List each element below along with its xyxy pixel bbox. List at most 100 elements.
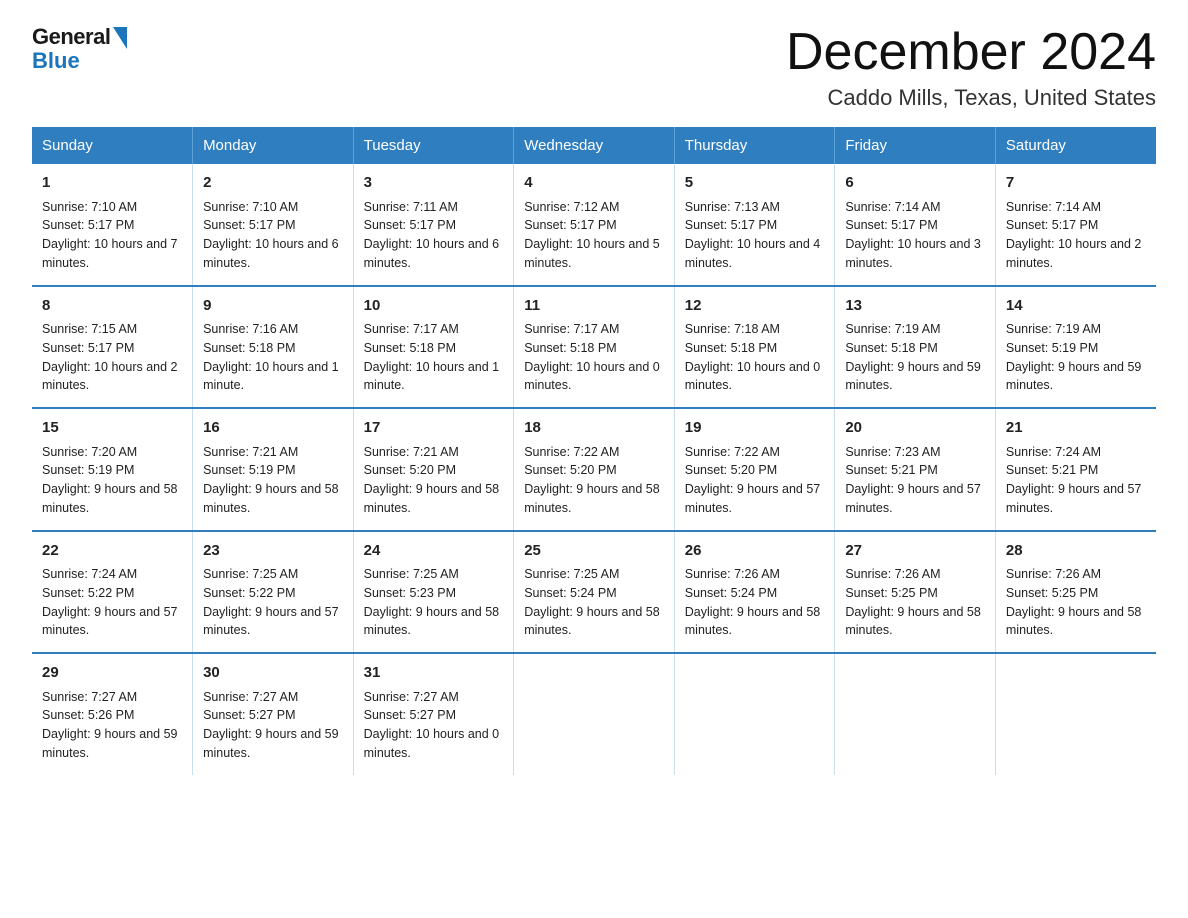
calendar-week-row: 1 Sunrise: 7:10 AMSunset: 5:17 PMDaylight… [32,164,1156,286]
day-number: 20 [845,417,985,440]
day-number: 25 [524,540,664,563]
calendar-cell [995,653,1156,775]
day-number: 15 [42,417,182,440]
day-info: Sunrise: 7:14 AMSunset: 5:17 PMDaylight:… [1006,198,1146,273]
day-number: 26 [685,540,825,563]
calendar-cell: 16 Sunrise: 7:21 AMSunset: 5:19 PMDayligh… [193,408,354,531]
day-info: Sunrise: 7:20 AMSunset: 5:19 PMDaylight:… [42,443,182,518]
calendar-cell: 15 Sunrise: 7:20 AMSunset: 5:19 PMDayligh… [32,408,193,531]
weekday-header-thursday: Thursday [674,127,835,164]
calendar-cell: 12Sunrise: 7:18 AMSunset: 5:18 PMDayligh… [674,286,835,409]
day-number: 28 [1006,540,1146,563]
weekday-header-sunday: Sunday [32,127,193,164]
weekday-header-saturday: Saturday [995,127,1156,164]
day-info: Sunrise: 7:24 AMSunset: 5:22 PMDaylight:… [42,565,182,640]
day-number: 18 [524,417,664,440]
day-number: 27 [845,540,985,563]
calendar-cell: 23Sunrise: 7:25 AMSunset: 5:22 PMDayligh… [193,531,354,654]
day-info: Sunrise: 7:11 AMSunset: 5:17 PMDaylight:… [364,198,504,273]
day-info: Sunrise: 7:23 AMSunset: 5:21 PMDaylight:… [845,443,985,518]
calendar-cell [514,653,675,775]
calendar-cell: 20 Sunrise: 7:23 AMSunset: 5:21 PMDayligh… [835,408,996,531]
day-number: 16 [203,417,343,440]
calendar-cell: 18 Sunrise: 7:22 AMSunset: 5:20 PMDayligh… [514,408,675,531]
calendar-week-row: 22Sunrise: 7:24 AMSunset: 5:22 PMDayligh… [32,531,1156,654]
calendar-cell: 9Sunrise: 7:16 AMSunset: 5:18 PMDaylight… [193,286,354,409]
logo-blue-text: Blue [32,48,80,74]
logo: General Blue [32,24,127,74]
day-info: Sunrise: 7:22 AMSunset: 5:20 PMDaylight:… [524,443,664,518]
day-number: 1 [42,172,182,195]
day-number: 19 [685,417,825,440]
day-info: Sunrise: 7:21 AMSunset: 5:20 PMDaylight:… [364,443,504,518]
day-info: Sunrise: 7:13 AMSunset: 5:17 PMDaylight:… [685,198,825,273]
title-block: December 2024 Caddo Mills, Texas, United… [786,24,1156,111]
day-info: Sunrise: 7:17 AMSunset: 5:18 PMDaylight:… [364,320,504,395]
day-number: 11 [524,295,664,318]
calendar-cell: 27Sunrise: 7:26 AMSunset: 5:25 PMDayligh… [835,531,996,654]
day-info: Sunrise: 7:15 AMSunset: 5:17 PMDaylight:… [42,320,182,395]
calendar-cell: 25Sunrise: 7:25 AMSunset: 5:24 PMDayligh… [514,531,675,654]
day-info: Sunrise: 7:25 AMSunset: 5:22 PMDaylight:… [203,565,343,640]
day-number: 3 [364,172,504,195]
day-info: Sunrise: 7:26 AMSunset: 5:25 PMDaylight:… [845,565,985,640]
day-info: Sunrise: 7:25 AMSunset: 5:24 PMDaylight:… [524,565,664,640]
day-info: Sunrise: 7:21 AMSunset: 5:19 PMDaylight:… [203,443,343,518]
weekday-header-monday: Monday [193,127,354,164]
day-number: 2 [203,172,343,195]
calendar-cell: 17 Sunrise: 7:21 AMSunset: 5:20 PMDayligh… [353,408,514,531]
calendar-cell: 26Sunrise: 7:26 AMSunset: 5:24 PMDayligh… [674,531,835,654]
day-info: Sunrise: 7:18 AMSunset: 5:18 PMDaylight:… [685,320,825,395]
calendar-cell: 11Sunrise: 7:17 AMSunset: 5:18 PMDayligh… [514,286,675,409]
day-number: 7 [1006,172,1146,195]
day-info: Sunrise: 7:17 AMSunset: 5:18 PMDaylight:… [524,320,664,395]
day-number: 8 [42,295,182,318]
calendar-cell: 24Sunrise: 7:25 AMSunset: 5:23 PMDayligh… [353,531,514,654]
calendar-week-row: 15 Sunrise: 7:20 AMSunset: 5:19 PMDayligh… [32,408,1156,531]
calendar-cell: 19 Sunrise: 7:22 AMSunset: 5:20 PMDayligh… [674,408,835,531]
calendar-cell: 13Sunrise: 7:19 AMSunset: 5:18 PMDayligh… [835,286,996,409]
day-info: Sunrise: 7:19 AMSunset: 5:18 PMDaylight:… [845,320,985,395]
day-number: 13 [845,295,985,318]
calendar-cell: 5 Sunrise: 7:13 AMSunset: 5:17 PMDaylight… [674,164,835,286]
calendar-week-row: 8Sunrise: 7:15 AMSunset: 5:17 PMDaylight… [32,286,1156,409]
day-number: 9 [203,295,343,318]
day-info: Sunrise: 7:26 AMSunset: 5:25 PMDaylight:… [1006,565,1146,640]
logo-triangle-icon [113,27,127,49]
day-number: 12 [685,295,825,318]
day-info: Sunrise: 7:22 AMSunset: 5:20 PMDaylight:… [685,443,825,518]
calendar-cell: 14Sunrise: 7:19 AMSunset: 5:19 PMDayligh… [995,286,1156,409]
day-number: 17 [364,417,504,440]
month-title: December 2024 [786,24,1156,81]
day-info: Sunrise: 7:27 AMSunset: 5:27 PMDaylight:… [364,688,504,763]
day-info: Sunrise: 7:14 AMSunset: 5:17 PMDaylight:… [845,198,985,273]
day-info: Sunrise: 7:19 AMSunset: 5:19 PMDaylight:… [1006,320,1146,395]
calendar-cell: 1 Sunrise: 7:10 AMSunset: 5:17 PMDaylight… [32,164,193,286]
day-number: 6 [845,172,985,195]
day-info: Sunrise: 7:24 AMSunset: 5:21 PMDaylight:… [1006,443,1146,518]
calendar-cell: 22Sunrise: 7:24 AMSunset: 5:22 PMDayligh… [32,531,193,654]
day-info: Sunrise: 7:12 AMSunset: 5:17 PMDaylight:… [524,198,664,273]
calendar-cell: 29Sunrise: 7:27 AMSunset: 5:26 PMDayligh… [32,653,193,775]
day-info: Sunrise: 7:27 AMSunset: 5:27 PMDaylight:… [203,688,343,763]
day-number: 10 [364,295,504,318]
day-number: 30 [203,662,343,685]
weekday-header-row: SundayMondayTuesdayWednesdayThursdayFrid… [32,127,1156,164]
calendar-cell: 28Sunrise: 7:26 AMSunset: 5:25 PMDayligh… [995,531,1156,654]
day-number: 5 [685,172,825,195]
calendar-cell: 21Sunrise: 7:24 AMSunset: 5:21 PMDayligh… [995,408,1156,531]
calendar-cell: 10Sunrise: 7:17 AMSunset: 5:18 PMDayligh… [353,286,514,409]
calendar-cell: 3 Sunrise: 7:11 AMSunset: 5:17 PMDaylight… [353,164,514,286]
day-info: Sunrise: 7:10 AMSunset: 5:17 PMDaylight:… [203,198,343,273]
weekday-header-wednesday: Wednesday [514,127,675,164]
calendar-cell [674,653,835,775]
calendar-cell: 7 Sunrise: 7:14 AMSunset: 5:17 PMDaylight… [995,164,1156,286]
day-number: 22 [42,540,182,563]
calendar-week-row: 29Sunrise: 7:27 AMSunset: 5:26 PMDayligh… [32,653,1156,775]
day-info: Sunrise: 7:16 AMSunset: 5:18 PMDaylight:… [203,320,343,395]
weekday-header-tuesday: Tuesday [353,127,514,164]
day-info: Sunrise: 7:10 AMSunset: 5:17 PMDaylight:… [42,198,182,273]
weekday-header-friday: Friday [835,127,996,164]
logo-general-text: General [32,24,110,50]
calendar-cell [835,653,996,775]
